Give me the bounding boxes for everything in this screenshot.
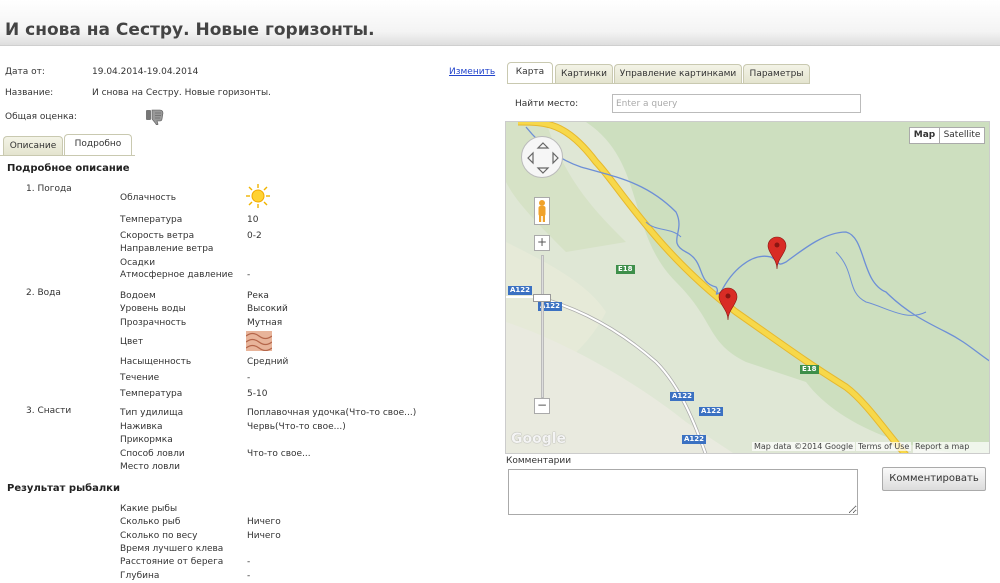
tab-details[interactable]: Подробно <box>64 134 132 155</box>
left-tabs-baseline <box>0 155 135 156</box>
field-label: Водоем <box>120 291 156 301</box>
map-type-map-button[interactable]: Map <box>909 127 940 144</box>
search-label: Найти место: <box>515 99 579 109</box>
field-label: Наживка <box>120 422 163 432</box>
group-label: 2. Вода <box>26 288 61 298</box>
field-label: Уровень воды <box>120 304 186 314</box>
change-date-link[interactable]: Изменить <box>449 67 495 77</box>
street-view-pegman-icon[interactable] <box>534 197 550 225</box>
road-label-e18: E18 <box>800 365 819 374</box>
road-label-a122: A122 <box>699 407 724 416</box>
google-logo: Google <box>511 431 567 447</box>
result-value: - <box>247 571 251 581</box>
rating-label: Общая оценка: <box>5 112 77 122</box>
field-value: Червь(Что-то свое...) <box>247 422 346 432</box>
field-label: Течение <box>120 373 160 383</box>
terms-of-use-link[interactable]: Terms of Use <box>856 442 912 451</box>
map-view[interactable]: E18 E18 A122 A122 A122 A122 A122 Map Sat… <box>505 121 990 454</box>
field-label: Тип удилища <box>120 408 184 418</box>
field-value: - <box>247 270 251 280</box>
field-label: Скорость ветра <box>120 231 195 241</box>
field-label: Осадки <box>120 258 156 268</box>
detail-section-title: Подробное описание <box>7 163 130 174</box>
group-label: 1. Погода <box>26 184 72 194</box>
date-value: 19.04.2014-19.04.2014 <box>92 67 199 77</box>
report-map-error-link[interactable]: Report a map error <box>913 442 989 453</box>
field-label: Температура <box>120 215 183 225</box>
field-value: Мутная <box>247 318 283 328</box>
group-label: 3. Снасти <box>26 406 72 416</box>
tab-manage-pictures[interactable]: Управление картинками <box>614 64 742 83</box>
zoom-in-button[interactable]: + <box>534 235 550 251</box>
result-label: Какие рыбы <box>120 504 178 514</box>
field-value: Средний <box>247 357 289 367</box>
result-label: Время лучшего клева <box>120 544 224 554</box>
tab-parameters[interactable]: Параметры <box>743 64 810 83</box>
field-value: 5-10 <box>247 389 268 399</box>
map-canvas <box>506 122 989 453</box>
result-label: Глубина <box>120 571 160 581</box>
page-title: И снова на Сестру. Новые горизонты. <box>5 20 375 40</box>
page-header: И снова на Сестру. Новые горизонты. <box>0 0 1000 46</box>
field-label: Насыщенность <box>120 357 192 367</box>
field-label: Прозрачность <box>120 318 187 328</box>
field-value: Что-то свое... <box>247 449 311 459</box>
road-label-a122: A122 <box>682 435 707 444</box>
result-label: Сколько рыб <box>120 517 181 527</box>
result-label: Расстояние от берега <box>120 557 224 567</box>
comment-button[interactable]: Комментировать <box>882 467 986 491</box>
road-label-a122: A122 <box>508 286 533 295</box>
field-label: Цвет <box>120 337 144 347</box>
thumbs-down-icon[interactable] <box>145 107 167 128</box>
name-label: Название: <box>5 88 54 98</box>
result-value: Ничего <box>247 531 281 541</box>
road-label-a122: A122 <box>670 392 695 401</box>
pan-control[interactable] <box>521 136 563 178</box>
field-label: Направление ветра <box>120 244 214 254</box>
field-value: - <box>247 373 251 383</box>
result-section-title: Результат рыбалки <box>7 483 120 494</box>
road-label-e18: E18 <box>616 265 635 274</box>
zoom-slider-track[interactable] <box>541 255 544 398</box>
field-value: Поплавочная удочка(Что-то свое...) <box>247 408 417 418</box>
map-type-satellite-button[interactable]: Satellite <box>939 127 985 144</box>
field-label: Место ловли <box>120 462 181 472</box>
water-color-icon <box>245 331 273 354</box>
field-value: Река <box>247 291 269 301</box>
field-label: Атмосферное давление <box>120 270 233 280</box>
right-tabs-baseline <box>507 83 810 84</box>
field-label: Облачность <box>120 193 177 203</box>
field-value: 0-2 <box>247 231 262 241</box>
comment-textarea[interactable] <box>508 469 858 515</box>
name-value: И снова на Сестру. Новые горизонты. <box>92 88 271 98</box>
field-value: 10 <box>247 215 259 225</box>
tab-pictures[interactable]: Картинки <box>555 64 613 83</box>
map-data-attribution: Map data ©2014 Google <box>752 442 856 451</box>
search-input[interactable] <box>612 94 861 113</box>
zoom-slider-handle[interactable] <box>533 294 551 302</box>
field-label: Способ ловли <box>120 449 185 459</box>
result-value: - <box>247 557 251 567</box>
comments-label: Комментарии <box>506 456 572 466</box>
zoom-out-button[interactable]: − <box>534 398 550 414</box>
tab-map[interactable]: Карта <box>507 62 553 83</box>
field-label: Прикормка <box>120 435 173 445</box>
date-label: Дата от: <box>5 67 45 77</box>
result-label: Сколько по весу <box>120 531 198 541</box>
tab-description[interactable]: Описание <box>3 136 63 155</box>
result-value: Ничего <box>247 517 281 527</box>
field-value: Высокий <box>247 304 288 314</box>
sun-icon <box>246 184 270 211</box>
field-label: Температура <box>120 389 183 399</box>
